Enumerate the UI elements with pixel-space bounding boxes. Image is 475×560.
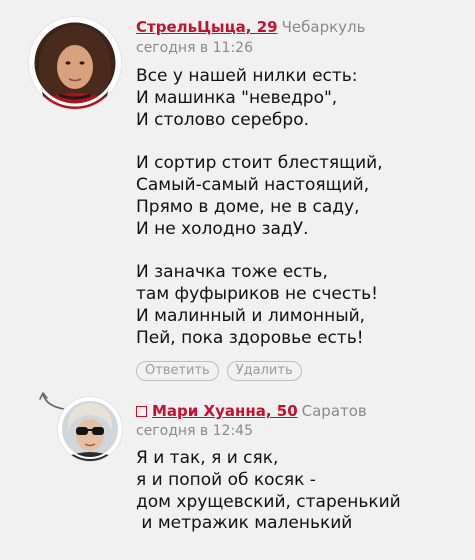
comment-timestamp: сегодня в 12:45 [136,423,253,439]
comment-timestamp: сегодня в 11:26 [136,40,253,56]
avatar[interactable] [29,17,121,109]
delete-button[interactable]: Удалить [226,361,302,381]
author-link[interactable]: СтрельЦыца, 29 [136,18,278,36]
comment-actions: Ответить Удалить [136,361,302,381]
avatar[interactable] [58,397,122,461]
reply-button[interactable]: Ответить [136,361,219,381]
author-city: Саратов [301,402,367,420]
comment-item: СтрельЦыца, 29 Чебаркуль сегодня в 11:26 … [0,0,475,385]
comment-text: Все у нашей нилки есть: И машинка "невед… [136,66,383,348]
square-icon [136,406,147,417]
author-link[interactable]: Мари Хуанна, 50 [152,402,298,420]
author-city: Чебаркуль [281,18,366,36]
comment-item: Мари Хуанна, 50 Саратов сегодня в 12:45 Я… [0,385,475,560]
comment-text: Я и так, я и сяк, я и попой об косяк - д… [136,448,401,534]
comment-header: Мари Хуанна, 50 Саратов [136,401,367,421]
comment-header: СтрельЦыца, 29 Чебаркуль [136,17,365,37]
